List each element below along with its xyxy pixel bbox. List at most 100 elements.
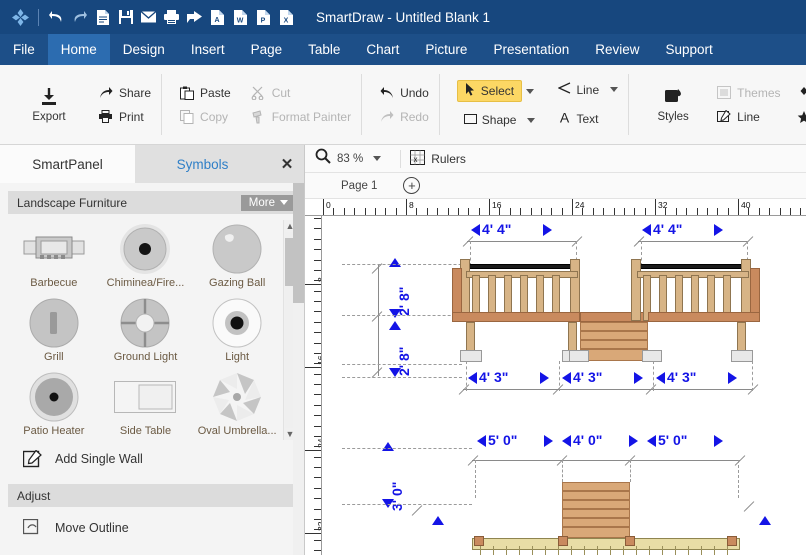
deck-support-post: [568, 322, 577, 351]
line-tool-button[interactable]: Line: [551, 80, 606, 99]
vertical-ruler[interactable]: 8 16 24 32: [305, 216, 322, 555]
menu-item-home[interactable]: Home: [47, 34, 110, 65]
symbol-label: Light: [225, 351, 250, 364]
toolbar-divider: [400, 149, 402, 168]
tab-symbols[interactable]: Symbols: [135, 145, 270, 183]
dimension-lower-top-1: 5' 0": [488, 432, 518, 448]
symbol-oval-umbrella[interactable]: Oval Umbrella...: [191, 368, 283, 440]
cursor-icon: [465, 83, 476, 99]
share-button[interactable]: Share: [98, 85, 151, 100]
symbol-barbecue[interactable]: Barbecue: [8, 220, 100, 292]
dim-arrow-left: [656, 372, 665, 384]
print-button[interactable]: Print: [98, 109, 151, 124]
print-icon[interactable]: [161, 7, 182, 28]
menu-item-file[interactable]: File: [0, 34, 48, 65]
line-tool-label: Line: [576, 82, 600, 97]
export-pdf-icon[interactable]: A: [207, 7, 228, 28]
export-button[interactable]: Export: [22, 86, 76, 123]
fill-drop-icon: [797, 85, 806, 100]
zoom-dropdown-caret-icon[interactable]: [373, 156, 382, 161]
shape-tool-button[interactable]: Shape: [457, 111, 524, 129]
dimension-upper-top-1: 4' 4": [482, 221, 512, 237]
undo-button[interactable]: Undo: [379, 85, 429, 100]
export-word-icon[interactable]: W: [230, 7, 251, 28]
menu-item-chart[interactable]: Chart: [353, 34, 412, 65]
styles-label: Styles: [657, 110, 689, 123]
line-dropdown-caret-icon[interactable]: [610, 87, 619, 92]
line-style-button[interactable]: Line: [716, 109, 780, 124]
share-icon[interactable]: [184, 7, 205, 28]
deck-footing: [460, 350, 482, 362]
close-panel-icon[interactable]: ✕: [270, 145, 304, 183]
redo-arrow-icon: [379, 109, 394, 124]
more-button[interactable]: More: [240, 194, 296, 211]
undo-label: Undo: [400, 85, 429, 100]
zoom-control[interactable]: 83 %: [315, 148, 391, 169]
move-outline-row[interactable]: Move Outline: [0, 507, 304, 547]
stair-block: [562, 509, 630, 518]
symbol-light[interactable]: Light: [191, 294, 283, 366]
menu-item-insert[interactable]: Insert: [178, 34, 238, 65]
export-powerpoint-icon[interactable]: P: [253, 7, 274, 28]
page-tab-1[interactable]: Page 1: [327, 180, 391, 192]
menu-item-support[interactable]: Support: [653, 34, 726, 65]
effects-button[interactable]: Effects: [797, 109, 806, 124]
save-icon[interactable]: [115, 7, 136, 28]
email-icon[interactable]: [138, 7, 159, 28]
menu-item-presentation[interactable]: Presentation: [480, 34, 582, 65]
menu-item-table[interactable]: Table: [295, 34, 353, 65]
barbecue-icon: [23, 223, 85, 275]
undo-icon[interactable]: [46, 7, 67, 28]
text-tool-button[interactable]: A Text: [551, 108, 618, 129]
deck-footing: [731, 350, 753, 362]
symbol-label: Ground Light: [113, 351, 178, 364]
themes-line-group: Themes Line: [716, 85, 781, 124]
rulers-toggle-button[interactable]: x Rulers: [410, 149, 466, 168]
fill-button[interactable]: Fill: [797, 85, 806, 100]
menu-item-picture[interactable]: Picture: [412, 34, 480, 65]
stair-block: [562, 491, 630, 500]
patio-heater-icon: [29, 371, 79, 423]
horizontal-ruler[interactable]: 0 8 16 24 32 40: [305, 199, 806, 216]
symbol-label: Side Table: [119, 425, 172, 438]
export-excel-icon[interactable]: X: [276, 7, 297, 28]
dimension-lower-top-2: 4' 0": [573, 432, 603, 448]
drawing-canvas[interactable]: 4' 4" 4' 4" 2' 8" 2' 8" 4' 3" 4' 3" 4' 3…: [322, 216, 806, 555]
symbol-patio-heater[interactable]: Patio Heater: [8, 368, 100, 440]
symbol-ground-light[interactable]: Ground Light: [100, 294, 192, 366]
dim-arrow-right: [714, 224, 723, 236]
menu-item-design[interactable]: Design: [110, 34, 178, 65]
search-zoom-icon[interactable]: [315, 148, 331, 169]
tab-smartpanel[interactable]: SmartPanel: [0, 145, 135, 183]
cut-formatpainter-group: Cut Format Painter: [251, 85, 351, 124]
shape-dropdown-caret-icon[interactable]: [527, 117, 536, 123]
symbol-grill[interactable]: Grill: [8, 294, 100, 366]
deck-support-post: [466, 322, 475, 351]
select-shape-group: Select Shape: [456, 80, 536, 129]
redo-icon[interactable]: [69, 7, 90, 28]
add-page-button[interactable]: +: [403, 177, 421, 194]
paste-button[interactable]: Paste: [179, 85, 231, 100]
select-tool-button[interactable]: Select: [456, 80, 523, 102]
svg-text:A: A: [214, 17, 219, 24]
menu-item-review[interactable]: Review: [582, 34, 652, 65]
cut-button: Cut: [251, 85, 351, 100]
symbol-chiminea[interactable]: Chiminea/Fire...: [100, 220, 192, 292]
ribbon-group-file: Export Share Print: [0, 65, 161, 144]
new-document-icon[interactable]: [92, 7, 113, 28]
dim-arrow-left: [468, 372, 477, 384]
add-single-wall-row[interactable]: Add Single Wall: [0, 440, 304, 478]
print-label: Print: [119, 109, 144, 124]
select-dropdown-caret-icon[interactable]: [526, 88, 535, 94]
menu-item-page[interactable]: Page: [238, 34, 296, 65]
smartdraw-logo-icon[interactable]: [10, 7, 31, 28]
printer-icon: [98, 109, 113, 124]
panel-scrollbar[interactable]: [293, 183, 304, 555]
adjust-section-header: Adjust: [8, 484, 296, 508]
symbol-gazing-ball[interactable]: Gazing Ball: [191, 220, 283, 292]
symbol-side-table[interactable]: Side Table: [100, 368, 192, 440]
dim-arrow-left: [642, 224, 651, 236]
panel-scrollbar-thumb[interactable]: [293, 183, 304, 303]
symbol-label: Oval Umbrella...: [197, 425, 277, 438]
styles-button[interactable]: Styles: [646, 87, 700, 123]
